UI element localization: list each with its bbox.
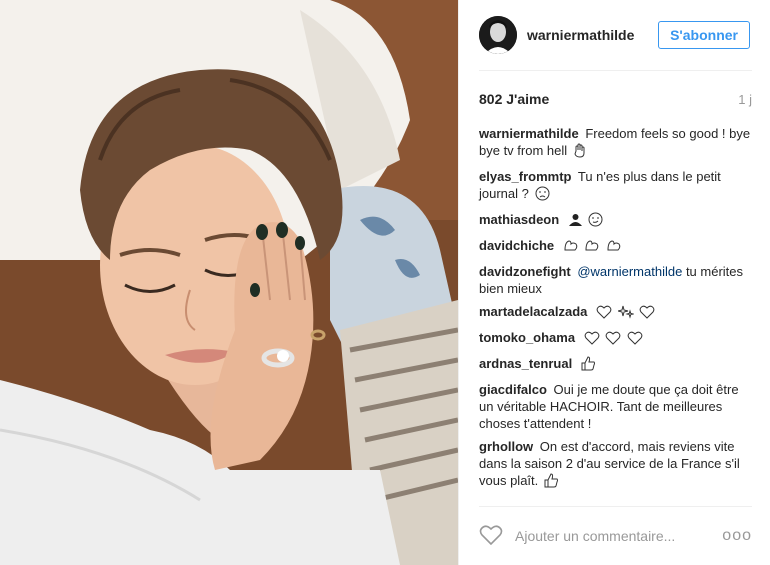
comment-item: grhollow On est d'accord, mais reviens v… bbox=[479, 438, 752, 492]
comment-username[interactable]: elyas_frommtp bbox=[479, 169, 571, 184]
biceps-icon bbox=[584, 238, 600, 257]
comment-mention[interactable]: @warniermathilde bbox=[577, 264, 682, 279]
smirk-icon bbox=[588, 212, 603, 231]
comment-item: warniermathilde Freedom feels so good ! … bbox=[479, 125, 752, 162]
silhouette-icon bbox=[568, 212, 583, 231]
comment-username[interactable]: giacdifalco bbox=[479, 382, 547, 397]
add-comment-input[interactable] bbox=[513, 527, 723, 545]
comment-item: mathiasdeon bbox=[479, 211, 752, 231]
post-time[interactable]: 1 j bbox=[738, 92, 752, 107]
comment-username[interactable]: tomoko_ohama bbox=[479, 330, 575, 345]
comment-item: giacdifalco Oui je me doute que ça doit … bbox=[479, 381, 752, 432]
biceps-icon bbox=[563, 238, 579, 257]
comment-username[interactable]: davidzonefight bbox=[479, 264, 571, 279]
comment-item: elyas_frommtp Tu n'es plus dans le petit… bbox=[479, 168, 752, 205]
selfie-illustration bbox=[0, 0, 458, 565]
post-footer: ooo bbox=[479, 506, 752, 565]
comment-username[interactable]: mathiasdeon bbox=[479, 212, 559, 227]
heart-icon bbox=[605, 331, 621, 349]
more-options-button[interactable]: ooo bbox=[722, 527, 752, 545]
avatar[interactable] bbox=[479, 16, 517, 54]
hand-icon bbox=[573, 143, 587, 162]
post-stats: 802 J'aime 1 j bbox=[479, 77, 752, 121]
post-photo bbox=[0, 0, 458, 565]
comment-username[interactable]: warniermathilde bbox=[479, 126, 579, 141]
comment-item: martadelacalzada bbox=[479, 303, 752, 323]
crying-face-icon bbox=[535, 186, 550, 205]
heart-icon bbox=[584, 331, 600, 349]
post-header: warniermathilde S'abonner bbox=[479, 0, 752, 71]
like-heart-icon[interactable] bbox=[479, 524, 503, 548]
comment-username[interactable]: martadelacalzada bbox=[479, 304, 587, 319]
thumbs-up-icon bbox=[581, 356, 596, 375]
heart-icon bbox=[639, 305, 655, 323]
biceps-icon bbox=[606, 238, 622, 257]
comment-username[interactable]: grhollow bbox=[479, 439, 533, 454]
comment-username[interactable]: davidchiche bbox=[479, 238, 554, 253]
thumbs-up-icon bbox=[544, 473, 559, 492]
heart-icon bbox=[627, 331, 643, 349]
follow-button[interactable]: S'abonner bbox=[658, 21, 750, 49]
instagram-post: warniermathilde S'abonner 802 J'aime 1 j… bbox=[0, 0, 770, 565]
sparkle-icon bbox=[617, 305, 635, 323]
comment-item: ardnas_tenrual bbox=[479, 355, 752, 375]
comment-item: davidzonefight @warniermathilde tu mérit… bbox=[479, 263, 752, 297]
heart-icon bbox=[596, 305, 612, 323]
comment-username[interactable]: ardnas_tenrual bbox=[479, 356, 572, 371]
post-sidebar: warniermathilde S'abonner 802 J'aime 1 j… bbox=[458, 0, 770, 565]
comment-item: tomoko_ohama bbox=[479, 329, 752, 349]
likes-count[interactable]: 802 J'aime bbox=[479, 91, 549, 107]
comments-list: warniermathilde Freedom feels so good ! … bbox=[479, 125, 752, 492]
post-author-username[interactable]: warniermathilde bbox=[527, 27, 658, 43]
avatar-image-icon bbox=[479, 16, 517, 54]
comment-item: davidchiche bbox=[479, 237, 752, 257]
